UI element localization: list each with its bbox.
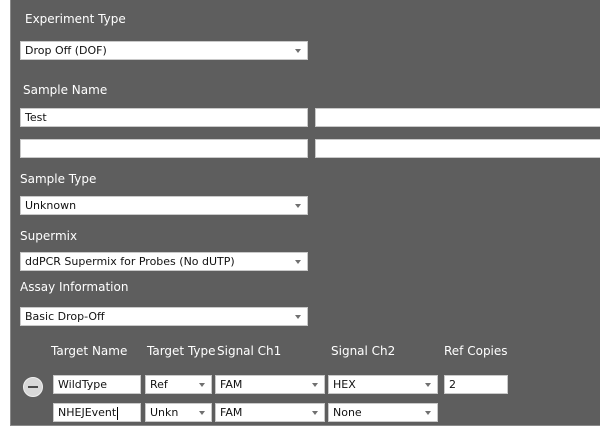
minus-bar (28, 386, 38, 388)
supermix-value: ddPCR Supermix for Probes (No dUTP) (25, 255, 235, 268)
experiment-type-label: Experiment Type (25, 12, 126, 26)
sample-type-select[interactable]: Unknown (20, 196, 308, 215)
ref-copies-header: Ref Copies (444, 344, 508, 358)
target-type-header: Target Type (147, 344, 216, 358)
chevron-down-icon (295, 315, 301, 319)
target-row-1-ref-copies-input[interactable]: 2 (444, 375, 508, 394)
chevron-down-icon (199, 411, 205, 415)
sample-name-field-3[interactable] (20, 139, 308, 158)
assay-information-value: Basic Drop-Off (25, 310, 105, 323)
sample-name-field-1[interactable]: Test (20, 108, 308, 127)
target-row-2-ch1-select[interactable]: FAM (215, 403, 325, 422)
chevron-down-icon (295, 49, 301, 53)
target-row-2-ch2-select[interactable]: None (328, 403, 438, 422)
chevron-down-icon (425, 411, 431, 415)
target-row-1-ref-copies: 2 (449, 378, 456, 391)
supermix-select[interactable]: ddPCR Supermix for Probes (No dUTP) (20, 252, 308, 271)
signal-ch2-header: Signal Ch2 (331, 344, 396, 358)
target-row-2-ch2: None (333, 406, 362, 419)
target-row-1-name: WildType (58, 378, 107, 391)
assay-information-label: Assay Information (20, 280, 129, 294)
target-row-2-ch1: FAM (220, 406, 243, 419)
target-row-2-type: Unkn (150, 406, 179, 419)
experiment-settings-panel: Experiment Type Drop Off (DOF) Sample Na… (10, 0, 600, 426)
supermix-label: Supermix (20, 229, 78, 243)
target-row-1-name-input[interactable]: WildType (53, 375, 141, 394)
minus-circle-icon[interactable] (23, 377, 43, 397)
chevron-down-icon (295, 204, 301, 208)
target-row-2-name: NHEJEvent (58, 406, 117, 419)
sample-name-field-4[interactable] (315, 139, 600, 158)
sample-name-label: Sample Name (23, 83, 108, 97)
target-row-1-ch2: HEX (333, 378, 356, 391)
chevron-down-icon (199, 383, 205, 387)
target-row-2-type-select[interactable]: Unkn (145, 403, 212, 422)
assay-information-select[interactable]: Basic Drop-Off (20, 307, 308, 326)
sample-name-field-1-value: Test (25, 111, 47, 124)
experiment-type-select[interactable]: Drop Off (DOF) (20, 41, 308, 60)
target-row-1-type-select[interactable]: Ref (145, 375, 212, 394)
sample-name-field-2[interactable] (315, 108, 600, 127)
chevron-down-icon (312, 411, 318, 415)
chevron-down-icon (312, 383, 318, 387)
target-row-1-ch2-select[interactable]: HEX (328, 375, 438, 394)
signal-ch1-header: Signal Ch1 (217, 344, 282, 358)
chevron-down-icon (425, 383, 431, 387)
chevron-down-icon (295, 260, 301, 264)
target-row-1-type: Ref (150, 378, 168, 391)
target-row-2-name-input[interactable]: NHEJEvent (53, 403, 141, 422)
target-row-1-ch1: FAM (220, 378, 243, 391)
sample-type-value: Unknown (25, 199, 77, 212)
target-row-1-ch1-select[interactable]: FAM (215, 375, 325, 394)
text-cursor (117, 406, 119, 420)
target-name-header: Target Name (51, 344, 128, 358)
sample-type-label: Sample Type (20, 172, 97, 186)
experiment-type-value: Drop Off (DOF) (25, 44, 107, 57)
